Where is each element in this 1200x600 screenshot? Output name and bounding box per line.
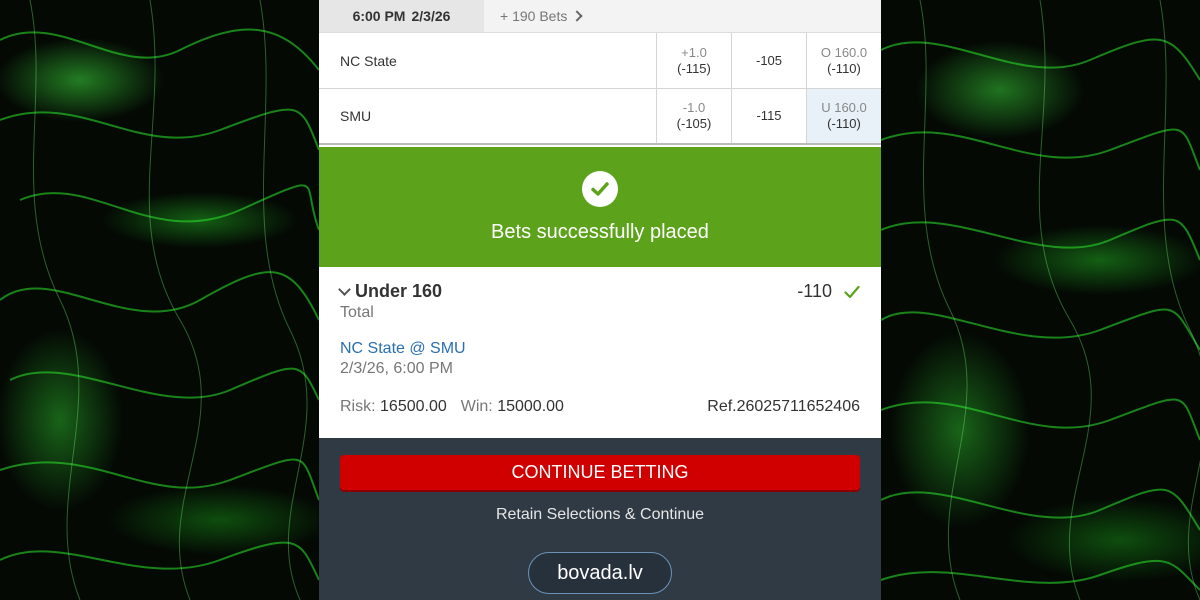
odds-row: NC State +1.0 (-115) -105 O 160.0 (-110) (319, 33, 881, 89)
bovada-brand-badge[interactable]: bovada.lv (528, 552, 672, 594)
chevron-right-icon (571, 10, 583, 22)
spread-odds: (-115) (677, 60, 711, 76)
win-value: 15000.00 (497, 398, 564, 415)
bet-pick-toggle[interactable]: Under 160 (338, 281, 443, 302)
moneyline-odds: -105 (755, 52, 783, 68)
odds-row: SMU -1.0 (-105) -115 U 160.0 (-110) (319, 89, 881, 145)
spread-odds: (-105) (676, 116, 712, 131)
bet-slip-panel: 6:00 PM 2/3/26 + 190 Bets NC State +1.0 … (319, 0, 881, 600)
bet-detail-header: Under 160 -110 (338, 281, 860, 302)
total-button-selected[interactable]: U 160.0 (-110) (806, 89, 881, 143)
event-date-label: 2/3/26 (411, 8, 451, 24)
bet-reference: Ref.26025711652406 (707, 398, 860, 415)
bet-pick: Under 160 (355, 281, 443, 301)
success-message: Bets successfully placed (491, 220, 709, 243)
moneyline-button[interactable]: -115 (731, 89, 806, 143)
bet-matchup-link[interactable]: NC State @ SMU (340, 340, 860, 358)
event-header: 6:00 PM 2/3/26 + 190 Bets (319, 0, 881, 33)
bet-amounts: Risk: 16500.00 Win: 15000.00 Ref.2602571… (340, 398, 860, 416)
moneyline-odds: -115 (756, 108, 782, 123)
spread-line: -1.0 (682, 100, 706, 115)
event-time-label: 6:00 PM (352, 8, 406, 24)
more-bets-label: + 190 Bets (500, 8, 568, 24)
retain-selections-link[interactable]: Retain Selections & Continue (319, 506, 881, 524)
team-name: SMU (340, 108, 372, 124)
bet-slip-footer: CONTINUE BETTING Retain Selections & Con… (319, 438, 881, 600)
chevron-down-icon (338, 282, 351, 296)
team-name: NC State (340, 52, 397, 69)
win-label: Win: (460, 398, 493, 415)
spread-button[interactable]: +1.0 (-115) (656, 33, 731, 88)
bet-odds-group: -110 (797, 281, 860, 302)
moneyline-button[interactable]: -105 (731, 33, 806, 88)
risk-label: Risk: (340, 398, 376, 415)
continue-betting-button[interactable]: CONTINUE BETTING (340, 455, 860, 490)
spread-line: +1.0 (681, 44, 707, 60)
total-line: U 160.0 (821, 100, 867, 115)
success-banner: Bets successfully placed (319, 147, 881, 267)
total-odds: (-110) (827, 60, 861, 76)
total-line: O 160.0 (820, 44, 868, 60)
bet-datetime: 2/3/26, 6:00 PM (340, 360, 453, 377)
check-icon (844, 285, 860, 298)
event-time: 6:00 PM 2/3/26 (319, 0, 484, 32)
risk-value: 16500.00 (380, 398, 447, 415)
bet-type: Total (340, 304, 374, 321)
bet-odds: -110 (797, 281, 832, 301)
spread-button[interactable]: -1.0 (-105) (656, 89, 731, 143)
checkmark-circle-icon (582, 170, 618, 207)
total-button[interactable]: O 160.0 (-110) (806, 33, 881, 88)
bet-detail: Under 160 -110 Total NC State @ SMU 2/3/… (319, 267, 881, 436)
odds-table: NC State +1.0 (-115) -105 O 160.0 (-110)… (319, 33, 881, 145)
more-bets-link[interactable]: + 190 Bets (484, 0, 583, 32)
total-odds: (-110) (827, 116, 861, 131)
